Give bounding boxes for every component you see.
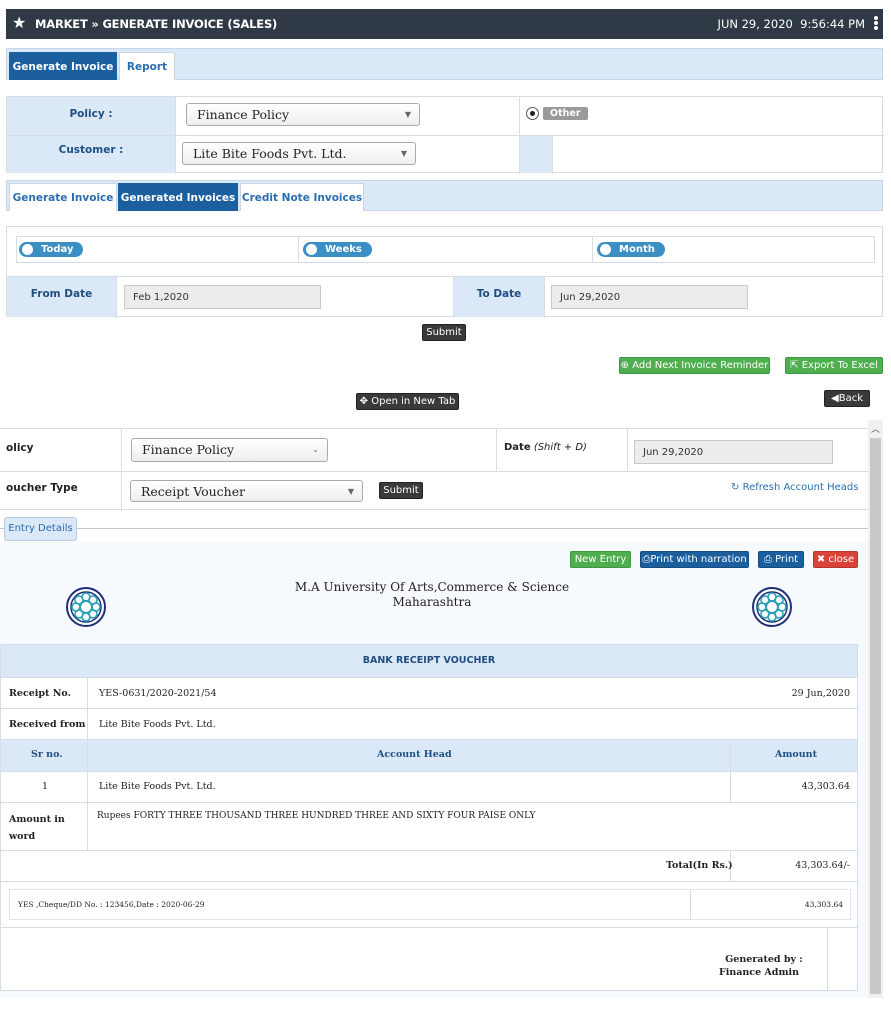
export-to-excel-button[interactable]: ⇱ Export To Excel	[785, 357, 883, 374]
tab-generate-invoice[interactable]: Generate Invoice	[9, 52, 117, 80]
printer-icon: ⎙	[763, 554, 772, 565]
voucher-heading: BANK RECEIPT VOUCHER	[1, 645, 857, 677]
open-in-new-tab-button[interactable]: ✥ Open in New Tab	[356, 393, 459, 410]
amount-in-word-label: Amount in word	[9, 814, 65, 842]
received-from-value: Lite Bite Foods Pvt. Ltd.	[99, 719, 216, 730]
export-icon: ⇱	[790, 360, 799, 371]
scrollbar-thumb[interactable]	[870, 438, 881, 994]
bank-receipt-voucher: BANK RECEIPT VOUCHER Receipt No. YES-063…	[0, 644, 858, 991]
customer-select[interactable]: Lite Bite Foods Pvt. Ltd. ▼	[182, 142, 416, 165]
cheque-text: YES ,Cheque/DD No. : 123456,Date : 2020-…	[18, 900, 205, 909]
page-header: ★ MARKET » GENERATE INVOICE (SALES) JUN …	[6, 9, 883, 39]
receipt-no-label: Receipt No.	[9, 688, 71, 699]
month-radio[interactable]: Month	[597, 242, 665, 257]
voucher-type-label: oucher Type	[6, 482, 78, 494]
voucher-policy-label: olicy	[6, 442, 34, 454]
main-tab-bar: Generate Invoice Report	[6, 48, 883, 80]
receipt-no-value: YES-0631/2020-2021/54	[99, 688, 217, 699]
invoice-tab-bar: Generate Invoice Generated Invoices Cred…	[6, 180, 883, 211]
chevron-down-icon: ▼	[404, 110, 411, 119]
print-button[interactable]: ⎙ Print	[758, 551, 804, 568]
total-label: Total(In Rs.)	[666, 860, 733, 871]
header-datetime: JUN 29, 2020 9:56:44 PM	[717, 17, 865, 31]
plus-circle-icon: ⊕	[620, 360, 630, 371]
receipt-date: 29 Jun,2020	[791, 688, 850, 699]
table-header-row: Sr no. Account Head Amount	[1, 740, 857, 771]
expand-icon: ✥	[359, 396, 369, 407]
policy-select[interactable]: Finance Policy ▼	[186, 103, 420, 126]
refresh-icon: ↻	[731, 482, 740, 493]
total-value: 43,303.64/-	[795, 860, 850, 871]
close-icon: ✖	[816, 554, 826, 565]
col-account-head: Account Head	[377, 749, 452, 760]
submit-date-range-button[interactable]: Submit	[422, 324, 466, 341]
tab-report[interactable]: Report	[119, 52, 175, 80]
back-button[interactable]: ◀Back	[824, 390, 870, 407]
generated-by: Generated by : Finance Admin	[718, 954, 803, 978]
col-amount: Amount	[775, 749, 817, 760]
tab-entry-details[interactable]: Entry Details	[4, 517, 77, 541]
from-date-label: From Date	[7, 277, 116, 317]
row-sr: 1	[42, 781, 49, 792]
chevron-up-icon[interactable]: ︿	[871, 422, 880, 435]
close-button[interactable]: ✖ close	[813, 551, 858, 568]
policy-label: Policy :	[7, 97, 175, 135]
date-range-form: Today Weeks Month From Date To Date Feb …	[6, 226, 884, 318]
tab-generate-invoice-sub[interactable]: Generate Invoice	[9, 183, 117, 211]
voucher-form: olicy Finance Policy ⌄ Date (Shift + D) J…	[0, 428, 868, 511]
policy-form: Policy : Customer : Finance Policy ▼ Lite…	[6, 96, 884, 174]
university-logo-left	[66, 587, 106, 627]
voucher-submit-button[interactable]: Submit	[379, 482, 423, 499]
print-with-narration-button[interactable]: ⎙Print with narration	[640, 551, 749, 568]
new-entry-button[interactable]: New Entry	[570, 551, 631, 568]
cheque-details: YES ,Cheque/DD No. : 123456,Date : 2020-…	[9, 889, 851, 920]
voucher-type-select[interactable]: Receipt Voucher ▼	[130, 480, 363, 502]
tab-generated-invoices[interactable]: Generated Invoices	[118, 183, 238, 211]
organization-name: M.A University Of Arts,Commerce & Scienc…	[294, 580, 570, 609]
chevron-down-icon: ▼	[347, 487, 354, 496]
table-row: 1 Lite Bite Foods Pvt. Ltd. 43,303.64	[1, 772, 857, 802]
voucher-date-label: Date (Shift + D)	[504, 442, 587, 453]
customer-label: Customer :	[7, 135, 175, 173]
star-icon[interactable]: ★	[12, 14, 26, 32]
university-logo-right	[752, 587, 792, 627]
add-next-invoice-reminder-button[interactable]: ⊕ Add Next Invoice Reminder	[619, 357, 770, 374]
other-label: Other	[543, 107, 588, 120]
voucher-policy-select[interactable]: Finance Policy ⌄	[131, 438, 328, 462]
refresh-account-heads-link[interactable]: ↻ Refresh Account Heads	[731, 482, 858, 493]
row-account-head: Lite Bite Foods Pvt. Ltd.	[99, 781, 216, 792]
received-from-label: Received from	[9, 719, 86, 730]
tab-credit-note-invoices[interactable]: Credit Note Invoices	[240, 183, 364, 211]
to-date-label: To Date	[454, 277, 544, 317]
chevron-down-icon: ▼	[400, 149, 407, 158]
kebab-menu-icon[interactable]	[873, 15, 879, 33]
from-date-input[interactable]: Feb 1,2020	[124, 285, 321, 309]
col-sr-no: Sr no.	[31, 749, 63, 760]
row-amount: 43,303.64	[801, 781, 850, 792]
today-radio[interactable]: Today	[19, 242, 84, 257]
to-date-input[interactable]: Jun 29,2020	[551, 285, 748, 309]
other-radio[interactable]	[526, 107, 539, 120]
back-arrow-icon: ◀	[831, 393, 839, 404]
voucher-date-input[interactable]: Jun 29,2020	[634, 440, 833, 464]
cheque-amount: 43,303.64	[804, 900, 843, 909]
voucher-scrollbar[interactable]: ︿	[868, 420, 883, 998]
chevron-down-icon: ⌄	[312, 445, 319, 454]
weeks-radio[interactable]: Weeks	[303, 242, 372, 257]
page-title: MARKET » GENERATE INVOICE (SALES)	[35, 17, 278, 31]
amount-in-word-value: Rupees FORTY THREE THOUSAND THREE HUNDRE…	[97, 811, 536, 821]
